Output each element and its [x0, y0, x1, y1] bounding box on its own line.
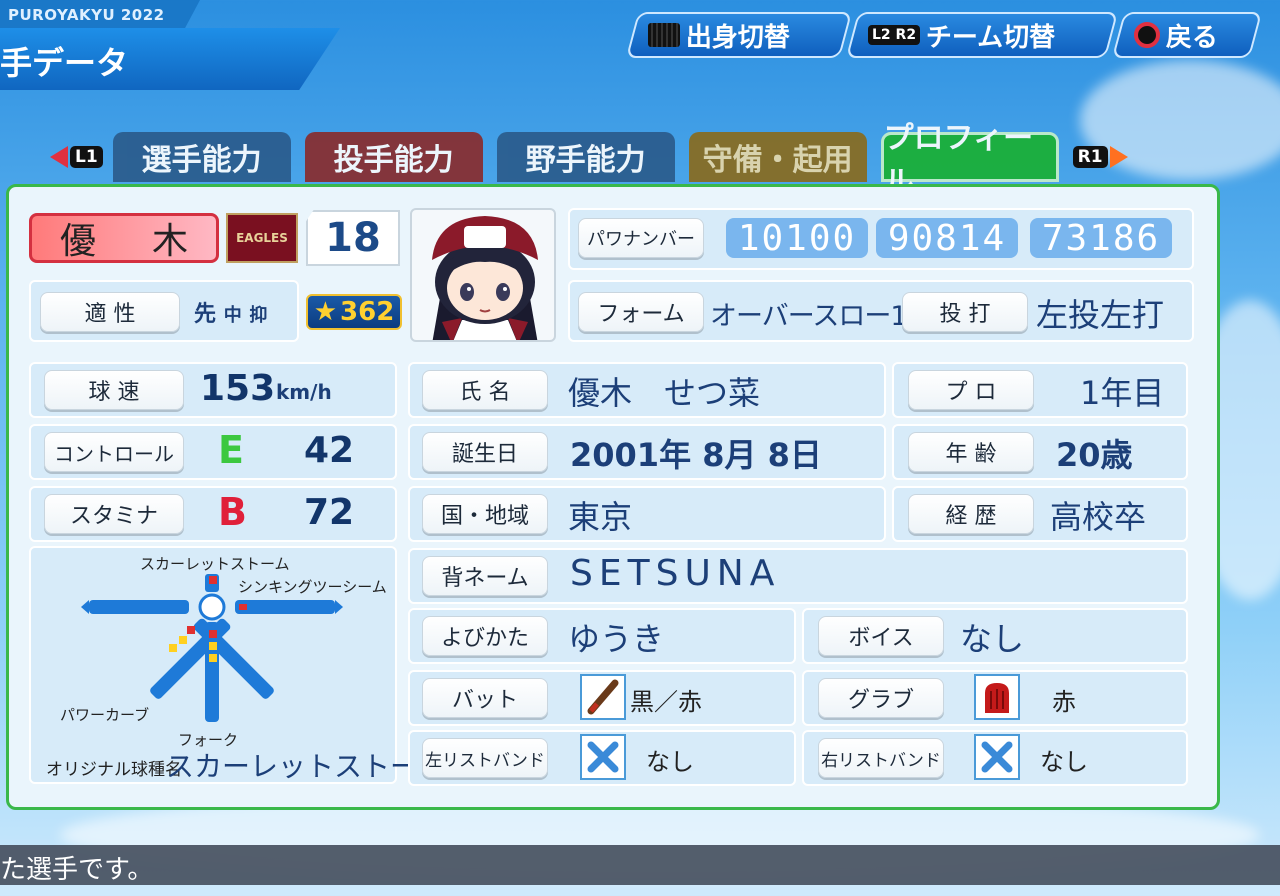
- stamina-rank: B: [218, 490, 247, 534]
- left-band-value: なし: [646, 748, 694, 776]
- career-label: 経 歴: [908, 494, 1034, 534]
- aptitude-values: 先 中 抑: [194, 296, 267, 328]
- bat-label: バット: [422, 678, 548, 718]
- right-arrow-icon: [1109, 146, 1128, 168]
- team-logo: EAGLES: [226, 213, 298, 263]
- tab-bar: L1 選手能力 投手能力 野手能力 守備・起用 プロフィール R1: [50, 121, 1128, 200]
- star-icon: ★: [313, 297, 338, 327]
- glove-label: グラブ: [818, 678, 944, 718]
- pitch-left-name: パワーカーブ: [60, 706, 150, 724]
- power-number-label: パワナンバー: [578, 218, 704, 258]
- tab-pitcher-ability[interactable]: 投手能力: [304, 132, 483, 182]
- tab-defense[interactable]: 守備・起用: [688, 132, 867, 182]
- star-rating: 362: [340, 297, 395, 327]
- aptitude-starter: 先: [194, 302, 217, 327]
- throw-bat-value: 左投左打: [1036, 296, 1165, 334]
- game-title-badge: PUROYAKYU 2022: [0, 0, 200, 30]
- control-value: 42: [304, 430, 355, 471]
- voice-value: なし: [960, 620, 1025, 658]
- origin-toggle-label: 出身切替: [686, 22, 791, 53]
- l1-key-label: L1: [70, 146, 103, 168]
- name-value: 優木 せつ菜: [568, 374, 761, 412]
- stamina-value: 72: [304, 492, 355, 533]
- team-toggle-label: チーム切替: [926, 22, 1056, 53]
- baseball-icon: [198, 593, 226, 621]
- speed-value: 153: [200, 368, 276, 409]
- screen-title: 手データ: [0, 28, 340, 90]
- given-char: 木: [151, 221, 188, 262]
- region-label: 国・地域: [422, 494, 548, 534]
- left-band-label: 左リストバンド: [422, 738, 548, 778]
- aptitude-middle: 中: [223, 305, 242, 326]
- message-bar: た選手です。: [0, 845, 1280, 885]
- glove-value: 赤: [1052, 688, 1076, 716]
- birthday-value: 2001年 8月 8日: [570, 436, 822, 474]
- age-value: 20歳: [1056, 436, 1133, 474]
- left-arrow-icon: [50, 146, 68, 168]
- power-number-2: 90814: [876, 218, 1018, 259]
- name-label: 氏 名: [422, 370, 548, 410]
- touchpad-key-icon: [648, 23, 680, 47]
- form-label: フォーム: [578, 292, 704, 332]
- team-toggle-button[interactable]: L2 R2 チーム切替: [845, 12, 1119, 58]
- aptitude-closer: 抑: [249, 305, 268, 326]
- stamina-label: スタミナ: [44, 494, 184, 534]
- region-value: 東京: [568, 498, 633, 536]
- original-pitch-label: オリジナル球種名: [46, 760, 182, 780]
- tab-fielder-ability[interactable]: 野手能力: [496, 132, 675, 182]
- tab-profile[interactable]: プロフィール: [880, 121, 1059, 200]
- tab-player-ability[interactable]: 選手能力: [112, 132, 291, 182]
- back-name-label: 背ネーム: [422, 556, 548, 596]
- back-name-value: SETSUNA: [570, 553, 781, 594]
- uniform-number: 18: [306, 210, 400, 266]
- pro-value: 1年目: [1080, 374, 1165, 412]
- power-number-1: 10100: [726, 218, 868, 259]
- origin-toggle-button[interactable]: 出身切替: [625, 12, 853, 58]
- player-portrait: [410, 208, 556, 342]
- power-number-3: 73186: [1030, 218, 1172, 259]
- age-label: 年 齢: [908, 432, 1034, 472]
- control-rank: E: [218, 428, 244, 472]
- back-label: 戻る: [1166, 22, 1219, 53]
- back-button[interactable]: 戻る: [1111, 12, 1263, 58]
- right-band-none-icon: [974, 734, 1020, 780]
- voice-label: ボイス: [818, 616, 944, 656]
- l2-r2-key-icon: L2 R2: [868, 25, 921, 45]
- r1-key[interactable]: R1: [1072, 132, 1128, 182]
- bat-value: 黒／赤: [630, 688, 702, 716]
- aptitude-label: 適 性: [40, 292, 180, 332]
- original-pitch-name: スカーレットストーム: [166, 750, 446, 783]
- surname-char: 優: [59, 221, 96, 262]
- star-rating-badge: ★ 362: [306, 294, 402, 330]
- player-name-plate: 優 木: [29, 213, 219, 263]
- birthday-label: 誕生日: [422, 432, 548, 472]
- right-band-label: 右リストバンド: [818, 738, 944, 778]
- left-band-none-icon: [580, 734, 626, 780]
- pitch-top-name: スカーレットストーム: [140, 555, 290, 573]
- bat-icon: [580, 674, 626, 720]
- speed-label: 球 速: [44, 370, 184, 410]
- career-value: 高校卒: [1050, 498, 1147, 536]
- pitch-right-name: シンキングツーシーム: [238, 578, 387, 596]
- throw-bat-label: 投 打: [902, 292, 1028, 332]
- call-label: よびかた: [422, 616, 548, 656]
- circle-key-icon: [1134, 22, 1160, 48]
- l1-key[interactable]: L1: [50, 132, 103, 182]
- speed-unit: km/h: [276, 380, 332, 404]
- glove-icon: [974, 674, 1020, 720]
- control-label: コントロール: [44, 432, 184, 472]
- portrait-image: [432, 216, 538, 340]
- r1-key-label: R1: [1072, 146, 1108, 168]
- pro-label: プ ロ: [908, 370, 1034, 410]
- call-value: ゆうき: [568, 620, 665, 658]
- right-band-value: なし: [1040, 748, 1088, 776]
